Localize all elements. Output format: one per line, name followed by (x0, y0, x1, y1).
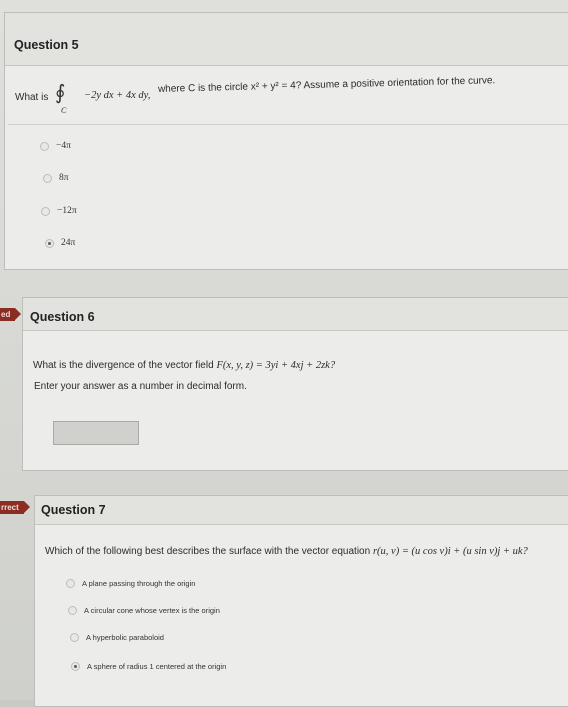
q7-option-4[interactable]: A sphere of radius 1 centered at the ori… (71, 662, 226, 671)
question-7-prompt-text: Which of the following best describes th… (45, 546, 371, 557)
option-label: −12π (57, 206, 77, 216)
q5-option-2[interactable]: 8π (43, 173, 69, 183)
answer-input[interactable] (53, 421, 139, 445)
q7-option-2[interactable]: A circular cone whose vertex is the orig… (68, 606, 220, 615)
question-5-title: Question 5 (14, 38, 79, 52)
question-7-status-tag: rrect (0, 501, 30, 514)
contour-integral-symbol: ∮ (55, 82, 66, 104)
question-6-prompt-text: What is the divergence of the vector fie… (33, 360, 214, 371)
question-6-title: Question 6 (30, 310, 95, 324)
question-5-header (5, 13, 568, 66)
option-label: A sphere of radius 1 centered at the ori… (87, 662, 227, 671)
question-5-card (4, 12, 568, 270)
option-label: 8π (59, 173, 69, 183)
option-label: A circular cone whose vertex is the orig… (84, 606, 220, 615)
radio-button-selected[interactable] (71, 662, 80, 671)
option-label: A hyperbolic paraboloid (86, 633, 164, 642)
radio-button[interactable] (66, 579, 75, 588)
question-6-vector-field: F(x, y, z) = 3yi + 4xj + 2zk? (216, 360, 336, 371)
radio-button[interactable] (70, 633, 79, 642)
question-6-status-tag: ed (0, 308, 22, 321)
question-7-equation: r(u, v) = (u cos v)i + (u sin v)j + uk? (372, 546, 528, 557)
question-7-card (34, 495, 568, 707)
integral-subscript: C (61, 106, 67, 115)
q5-option-4[interactable]: 24π (45, 238, 75, 248)
option-label: −4π (56, 141, 71, 151)
radio-button[interactable] (41, 206, 50, 216)
option-label: 24π (61, 238, 76, 248)
q7-option-3[interactable]: A hyperbolic paraboloid (70, 633, 164, 642)
question-7-title: Question 7 (41, 503, 106, 517)
question-5-prefix: What is (15, 92, 49, 103)
question-5-divider (8, 124, 568, 125)
quiz-page: Question 5 What is ∮ C −2y dx + 4x dy, w… (0, 0, 568, 707)
radio-button-selected[interactable] (45, 238, 54, 248)
option-label: A plane passing through the origin (82, 579, 196, 588)
question-6-instruction: Enter your answer as a number in decimal… (34, 381, 247, 392)
q5-option-3[interactable]: −12π (41, 206, 77, 216)
question-7-header (35, 496, 568, 525)
question-6-header (23, 298, 568, 331)
radio-button[interactable] (43, 173, 52, 183)
question-5-expression: −2y dx + 4x dy, (84, 90, 151, 101)
radio-button[interactable] (40, 141, 49, 151)
question-7-prompt: Which of the following best describes th… (45, 546, 528, 557)
question-6-prompt: What is the divergence of the vector fie… (33, 360, 335, 371)
q5-option-1[interactable]: −4π (40, 141, 71, 151)
radio-button[interactable] (68, 606, 77, 615)
q7-option-1[interactable]: A plane passing through the origin (66, 579, 195, 588)
